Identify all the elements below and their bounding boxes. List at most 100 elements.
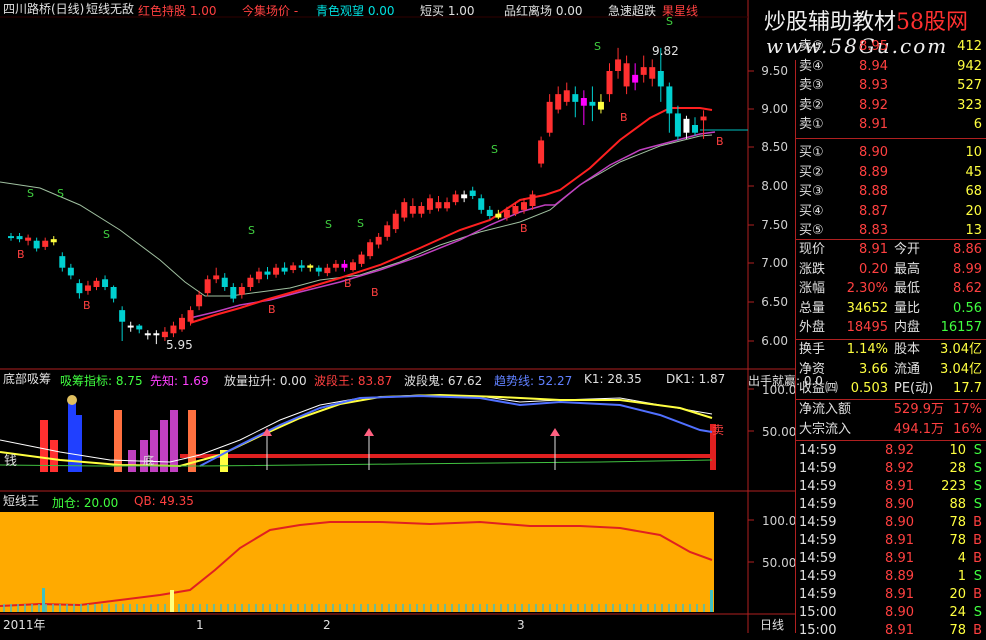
- quote-row: 涨幅 2.30% 最低 8.62: [796, 280, 986, 298]
- bid-volume: 68: [965, 184, 982, 200]
- candle-body: [384, 225, 391, 237]
- ask-label: 卖②: [799, 97, 824, 113]
- sell-signal-marker: S: [248, 224, 255, 237]
- bid-row: 买③ 8.88 68: [796, 183, 986, 201]
- candle-body: [255, 271, 262, 280]
- header-item-0: 红色持股 1.00: [138, 4, 217, 18]
- candle-body: [153, 333, 160, 336]
- volume-bar: [160, 420, 168, 472]
- candle-body: [136, 325, 143, 330]
- tick-price: 8.91: [885, 587, 914, 602]
- ask-volume: 942: [957, 58, 982, 74]
- candle-body: [264, 271, 271, 275]
- ma-purple-line: [554, 131, 716, 206]
- sell-signal-marker: S: [27, 187, 34, 200]
- candle-body: [392, 213, 399, 230]
- signal-arrow-head: [364, 428, 374, 436]
- candle-body: [563, 90, 570, 102]
- tick-volume: 24: [949, 605, 966, 620]
- candle-body: [632, 74, 639, 83]
- tick-row: 15:00 8.90 24 S: [796, 604, 986, 622]
- capital-flow-row: 净流入额 529.9万 17%: [796, 401, 986, 419]
- tick-volume: 4: [957, 551, 966, 566]
- candle-body: [110, 287, 117, 299]
- fundamental-value: 3.04亿: [940, 361, 982, 377]
- sell-tag: 卖: [712, 423, 725, 437]
- candle-body: [67, 267, 74, 276]
- candle-body: [298, 265, 305, 268]
- ask-row: 卖① 8.91 6: [796, 116, 986, 134]
- time-label-jan: 1: [196, 618, 204, 632]
- buy-signal-marker: B: [620, 111, 628, 124]
- candle-body: [597, 101, 604, 110]
- candle-body: [606, 71, 613, 95]
- fundamental-label: 股本: [894, 342, 921, 357]
- candle-body: [307, 265, 314, 268]
- bid-volume: 45: [965, 164, 982, 180]
- candle-body: [93, 280, 100, 287]
- buy-signal-marker: B: [83, 299, 91, 312]
- tick-price: 8.89: [885, 569, 914, 584]
- tick-price: 8.91: [885, 479, 914, 494]
- sell-signal-marker: S: [491, 143, 498, 156]
- red-band: [180, 454, 715, 458]
- quote-label: 现价: [799, 242, 826, 257]
- quote-label: 最低: [894, 281, 921, 297]
- tick-side: B: [973, 551, 982, 566]
- tick-volume: 223: [941, 479, 966, 494]
- candle-body: [580, 98, 587, 106]
- ask-label: 卖③: [799, 78, 824, 94]
- price-tick-label: 9.00: [761, 102, 788, 116]
- tick-time: 14:59: [799, 479, 837, 494]
- panel2-item-0: 吸筹指标: 8.75: [60, 374, 143, 388]
- tick-volume: 78: [949, 515, 966, 530]
- panel2-item-6: K1: 28.35: [584, 372, 642, 386]
- fundamental-row: 净资 3.66 流通 3.04亿: [796, 361, 986, 379]
- flow-label: 大宗流入: [799, 421, 852, 437]
- tick-volume: 88: [949, 497, 966, 512]
- tick-side: S: [973, 461, 982, 476]
- fundamental-value: 1.14%: [846, 342, 888, 357]
- quote-value: 8.86: [953, 242, 982, 257]
- quote-value: 18495: [846, 320, 888, 336]
- quote-label: 外盘: [799, 320, 826, 336]
- tick-time: 14:59: [799, 533, 837, 548]
- candle-body: [478, 198, 485, 210]
- bid-volume: 10: [965, 145, 982, 160]
- indicator-name: 短线无敌: [86, 2, 135, 16]
- bid-label: 买⑤: [799, 223, 824, 239]
- time-label-mar: 3: [517, 618, 525, 632]
- fundamental-value: 0.503: [850, 381, 888, 397]
- price-tick-label: 6.00: [761, 334, 788, 348]
- panel2-indicator-values: 吸筹指标: 8.75 先知: 1.69 放量拉升: 0.00 波段王: 83.87 波段…: [60, 372, 823, 388]
- candle-body: [521, 202, 527, 210]
- header-item-3: 短买 1.00: [420, 4, 475, 18]
- tick-time: 14:59: [799, 461, 837, 476]
- bid-label: 买②: [799, 164, 824, 180]
- quote-divider: [796, 339, 986, 340]
- candle-body: [179, 317, 185, 330]
- ask-price: 8.94: [859, 58, 888, 74]
- quote-label: 今开: [894, 242, 921, 257]
- period-button[interactable]: 日线: [760, 618, 784, 632]
- fundamental-value: 3.04亿: [940, 342, 982, 357]
- price-tick-label: 7.00: [761, 256, 788, 270]
- tick-time: 14:59: [799, 551, 837, 566]
- candle-body: [615, 59, 622, 71]
- tick-price: 8.90: [885, 497, 914, 512]
- quote-value: 8.91: [859, 242, 888, 257]
- header-indicator-values: 红色持股 1.00 今集场价 - 青色观望 0.00 短买 1.00 品红离场 0.00…: [138, 2, 758, 18]
- candle-body: [649, 67, 656, 79]
- buy-signal-marker: B: [268, 303, 276, 316]
- panel3-axis-100: 100.0: [762, 514, 797, 528]
- price-tick-label: 6.50: [761, 295, 788, 309]
- buy-signal-marker: B: [716, 135, 724, 148]
- tick-side: S: [973, 569, 982, 584]
- buy-signal-marker: B: [371, 286, 379, 299]
- panel3-item-1: QB: 49.35: [134, 494, 194, 508]
- quote-label: 量比: [894, 300, 921, 316]
- tick-side: B: [973, 587, 982, 602]
- candle-body: [324, 267, 331, 274]
- quote-row: 外盘 18495 内盘 16157: [796, 319, 986, 337]
- tick-time: 14:59: [799, 497, 837, 512]
